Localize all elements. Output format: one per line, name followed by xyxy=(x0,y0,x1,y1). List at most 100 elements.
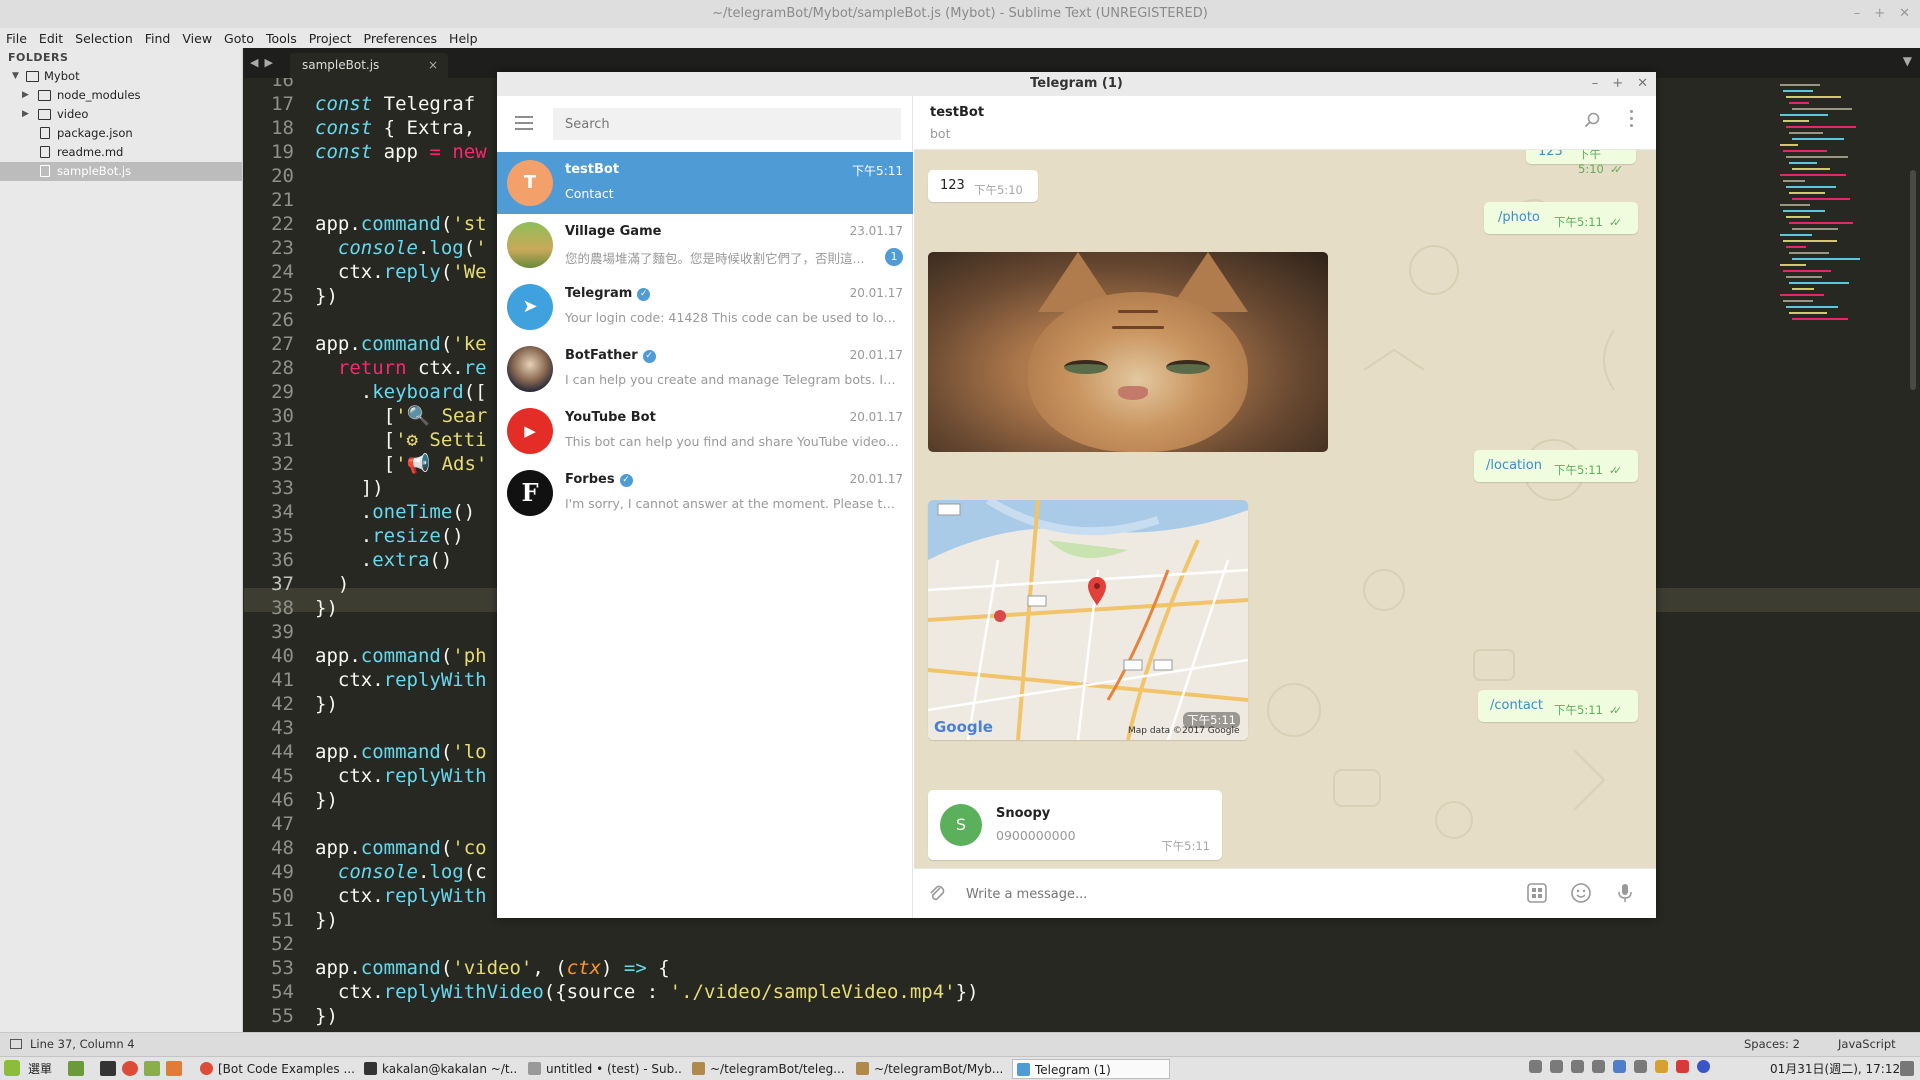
menu-find[interactable]: Find xyxy=(145,31,171,46)
more-vertical-icon[interactable] xyxy=(1630,110,1634,130)
code-line: ctx.replyWithVideo({source : './video/sa… xyxy=(315,981,979,1003)
minimap[interactable] xyxy=(1780,84,1900,344)
chat-item-youtube-bot[interactable]: ▶ YouTube Bot 20.01.17 This bot can help… xyxy=(497,400,913,462)
tree-item-readme[interactable]: readme.md xyxy=(0,143,242,162)
tab-samplebot[interactable]: sampleBot.js × xyxy=(290,53,448,78)
minimap-line xyxy=(1780,144,1798,146)
tab-dropdown-icon[interactable]: ▼ xyxy=(1903,54,1912,68)
close-icon[interactable]: ✕ xyxy=(1637,72,1648,96)
task-sublime-mybot[interactable]: ~/telegramBot/Myb... xyxy=(852,1059,1010,1079)
emoji-icon[interactable] xyxy=(1570,882,1592,904)
files-icon[interactable] xyxy=(144,1061,160,1076)
file-icon xyxy=(40,127,50,139)
minimize-icon[interactable]: – xyxy=(1854,0,1861,28)
line-number: 37 xyxy=(271,573,294,595)
expand-right-icon[interactable]: ▶ xyxy=(22,105,29,124)
outgoing-message[interactable]: /photo 下午5:11 ✓✓ xyxy=(1484,202,1638,234)
conversation-name[interactable]: testBot xyxy=(930,105,984,120)
mail-icon[interactable] xyxy=(1676,1060,1689,1073)
read-checkmarks-icon: ✓✓ xyxy=(1608,216,1623,229)
window-title: ~/telegramBot/Mybot/sampleBot.js (Mybot)… xyxy=(712,6,1208,21)
task-telegram[interactable]: Telegram (1) xyxy=(1012,1059,1170,1079)
menu-selection[interactable]: Selection xyxy=(75,31,133,46)
tab-nav-arrows-icon[interactable]: ◀▶ xyxy=(250,56,279,69)
incoming-message[interactable]: 123 下午5:10 xyxy=(928,170,1038,202)
start-menu-label[interactable]: 選單 xyxy=(28,1060,52,1077)
start-menu-icon[interactable] xyxy=(4,1060,20,1076)
location-map[interactable]: Google Map data ©2017 Google 下午5:11 xyxy=(928,500,1248,740)
task-chrome[interactable]: [Bot Code Examples ... xyxy=(196,1059,354,1079)
menu-help[interactable]: Help xyxy=(449,31,478,46)
tree-root-mybot[interactable]: ▼ Mybot xyxy=(0,67,242,86)
search-input[interactable] xyxy=(553,108,901,140)
chrome-icon[interactable] xyxy=(122,1061,138,1076)
menu-edit[interactable]: Edit xyxy=(39,31,63,46)
line-number: 29 xyxy=(271,381,294,403)
menu-project[interactable]: Project xyxy=(309,31,352,46)
chat-item-botfather[interactable]: BotFather ✓ 20.01.17 I can help you creat… xyxy=(497,338,913,400)
paperclip-icon[interactable] xyxy=(928,883,946,903)
chat-item-forbes[interactable]: F Forbes ✓ 20.01.17 I'm sorry, I cannot a… xyxy=(497,462,913,524)
chat-item-telegram[interactable]: ➤ Telegram ✓ 20.01.17 Your login code: 41… xyxy=(497,276,913,338)
close-icon[interactable]: ✕ xyxy=(1899,0,1910,28)
code-line: ['🔍 Sear xyxy=(315,405,488,427)
tree-item-node-modules[interactable]: ▶ node_modules xyxy=(0,86,242,105)
sublime-icon[interactable] xyxy=(166,1061,182,1076)
contact-card[interactable]: S Snoopy 0900000000 下午5:11 xyxy=(928,790,1222,860)
syntax-setting[interactable]: JavaScript xyxy=(1838,1033,1896,1055)
editor-scrollbar[interactable] xyxy=(1910,170,1916,390)
minimap-line xyxy=(1783,300,1813,302)
menu-tools[interactable]: Tools xyxy=(266,31,297,46)
globe-icon[interactable] xyxy=(1697,1060,1710,1073)
map-image xyxy=(928,500,1248,740)
task-label: ~/telegramBot/Myb... xyxy=(874,1062,1004,1076)
chat-name: testBot xyxy=(565,162,620,177)
chat-item-testbot[interactable]: T testBot 下午5:11 Contact xyxy=(497,152,913,214)
maximize-icon[interactable]: + xyxy=(1612,72,1623,96)
task-folder-telegrambot[interactable]: ~/telegramBot/teleg... xyxy=(688,1059,846,1079)
user-icon[interactable] xyxy=(1529,1060,1542,1073)
tab-close-icon[interactable]: × xyxy=(428,53,438,78)
outgoing-message[interactable]: /location 下午5:11 ✓✓ xyxy=(1474,450,1638,482)
expand-right-icon[interactable]: ▶ xyxy=(22,86,29,105)
expand-down-icon[interactable]: ▼ xyxy=(12,67,19,86)
code-line: }) xyxy=(315,1005,338,1027)
outgoing-message[interactable]: 123 下午5:10 ✓✓ xyxy=(1526,150,1636,176)
task-sublime-untitled[interactable]: untitled • (test) - Sub... xyxy=(524,1059,682,1079)
microphone-icon[interactable] xyxy=(1614,882,1636,904)
bot-commands-icon[interactable] xyxy=(1526,882,1548,904)
code-line: ctx.replyWith xyxy=(315,669,487,691)
code-line: }) xyxy=(315,285,338,307)
clock[interactable]: 01月31日(週二), 17:12 xyxy=(1770,1060,1900,1077)
hamburger-menu-icon[interactable] xyxy=(515,116,533,130)
tree-item-samplebot[interactable]: sampleBot.js xyxy=(0,162,242,181)
notification-icon[interactable] xyxy=(1900,1061,1914,1076)
message-input[interactable] xyxy=(966,879,1466,909)
task-terminal[interactable]: kakalan@kakalan ~/t... xyxy=(360,1059,518,1079)
menu-view[interactable]: View xyxy=(182,31,212,46)
tree-item-package-json[interactable]: package.json xyxy=(0,124,242,143)
cat-photo[interactable] xyxy=(928,252,1328,452)
cat-eye xyxy=(1064,360,1108,374)
outgoing-message[interactable]: /contact 下午5:11 ✓✓ xyxy=(1478,690,1638,722)
search-icon[interactable] xyxy=(1584,112,1600,128)
bluetooth-icon[interactable] xyxy=(1613,1060,1626,1073)
menu-file[interactable]: File xyxy=(6,31,27,46)
menu-goto[interactable]: Goto xyxy=(224,31,254,46)
chat-item-village-game[interactable]: Village Game 23.01.17 您的農場堆滿了麵包。您是時候收割它們… xyxy=(497,214,913,276)
maximize-icon[interactable]: + xyxy=(1874,0,1885,28)
terminal-icon[interactable] xyxy=(100,1061,116,1076)
update-icon[interactable] xyxy=(1655,1060,1668,1073)
shield-icon[interactable] xyxy=(1592,1060,1605,1073)
volume-icon[interactable] xyxy=(1550,1060,1563,1073)
show-desktop-icon[interactable] xyxy=(68,1061,84,1076)
signal-icon[interactable] xyxy=(1634,1060,1647,1073)
panel-toggle-icon[interactable] xyxy=(10,1039,22,1049)
code-line: return ctx.re xyxy=(337,357,487,379)
menu-preferences[interactable]: Preferences xyxy=(364,31,438,46)
message-list[interactable]: 123 下午5:10 ✓✓ 123 下午5:10 /photo 下午5:11 ✓✓ xyxy=(914,150,1656,868)
indentation-setting[interactable]: Spaces: 2 xyxy=(1744,1033,1800,1055)
network-icon[interactable] xyxy=(1571,1060,1584,1073)
tree-item-video[interactable]: ▶ video xyxy=(0,105,242,124)
minimize-icon[interactable]: – xyxy=(1592,72,1599,96)
